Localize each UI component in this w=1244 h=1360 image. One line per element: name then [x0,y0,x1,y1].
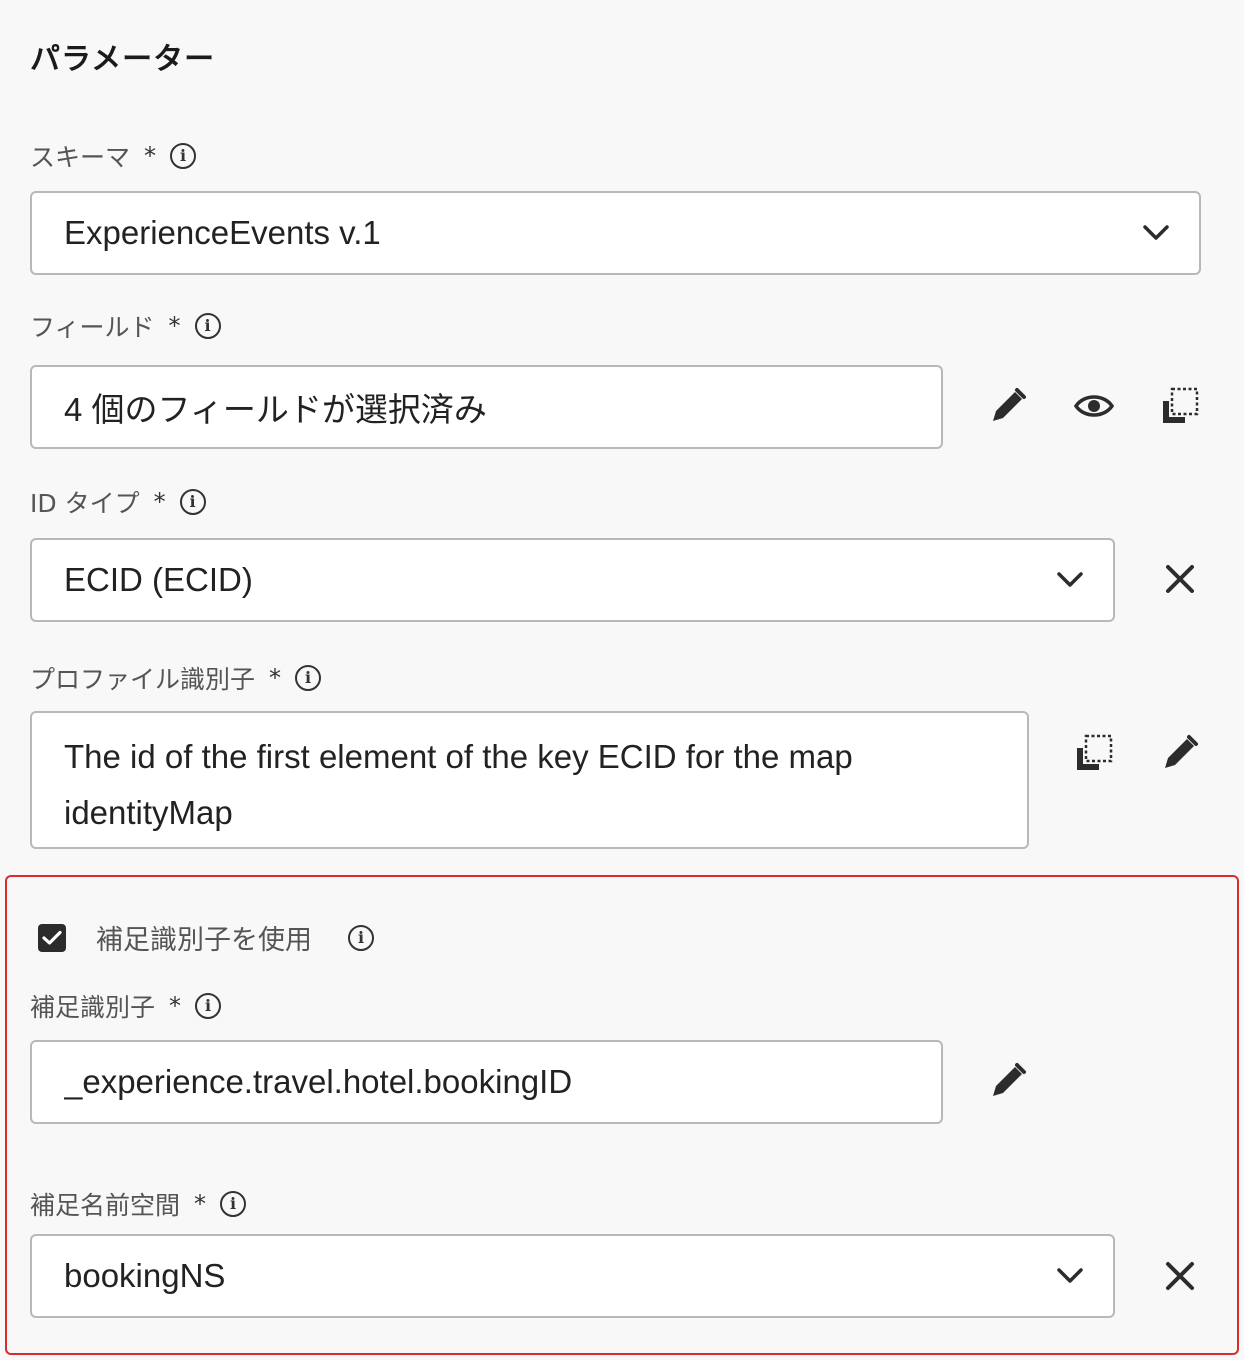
required-mark: * [153,488,166,516]
pencil-icon[interactable] [1157,730,1203,776]
supplemental-identifier-input[interactable]: _experience.travel.hotel.bookingID [30,1040,943,1124]
fields-label: フィールド [30,313,155,342]
schema-label: スキーマ [30,143,131,172]
info-icon[interactable]: i [195,993,222,1019]
id-type-label: ID タイプ [30,489,140,518]
supplemental-checkbox-row[interactable]: 補足識別子を使用 i [38,918,374,957]
chevron-down-icon[interactable] [1055,565,1085,595]
required-mark: * [269,664,282,692]
pencil-icon[interactable] [985,383,1031,429]
supplemental-identifier-label: 補足識別子 [30,993,156,1022]
schema-value: ExperienceEvents v.1 [64,214,381,251]
supplemental-namespace-label: 補足名前空間 [30,1191,181,1220]
info-icon[interactable]: i [295,665,322,691]
id-type-label-row: ID タイプ * i [30,484,206,520]
id-type-value: ECID (ECID) [64,561,253,598]
profile-identifier-value: The id of the first element of the key E… [64,738,853,831]
use-supplemental-checkbox[interactable] [38,923,66,952]
close-icon[interactable] [1157,1253,1203,1299]
copy-icon[interactable] [1157,383,1203,429]
supplemental-identifier-label-row: 補足識別子 * i [30,988,222,1024]
required-mark: * [144,142,157,170]
supplemental-namespace-label-row: 補足名前空間 * i [30,1186,247,1222]
info-icon[interactable]: i [220,1191,247,1217]
panel-title: パラメーター [30,42,216,77]
fields-label-row: フィールド * i [30,308,221,344]
supplemental-namespace-value: bookingNS [64,1257,226,1294]
info-icon[interactable]: i [170,143,197,169]
required-mark: * [168,312,181,340]
info-icon[interactable]: i [179,489,206,515]
fields-input[interactable]: 4 個のフィールドが選択済み [30,365,943,449]
copy-icon[interactable] [1071,730,1117,776]
schema-label-row: スキーマ * i [30,138,197,174]
info-icon[interactable]: i [194,313,221,339]
close-icon[interactable] [1157,556,1203,602]
use-supplemental-label: 補足識別子を使用 [96,925,312,956]
profile-identifier-label: プロファイル識別子 [30,665,256,694]
checkmark-icon [42,930,62,945]
profile-identifier-label-row: プロファイル識別子 * i [30,660,322,696]
fields-value: 4 個のフィールドが選択済み [64,391,487,428]
required-mark: * [194,1190,207,1218]
chevron-down-icon[interactable] [1055,1261,1085,1291]
id-type-select[interactable]: ECID (ECID) [30,538,1115,622]
supplemental-namespace-select[interactable]: bookingNS [30,1234,1115,1318]
pencil-icon[interactable] [985,1058,1031,1104]
schema-select[interactable]: ExperienceEvents v.1 [30,191,1201,275]
profile-identifier-input[interactable]: The id of the first element of the key E… [30,711,1029,849]
required-mark: * [169,992,182,1020]
info-icon[interactable]: i [348,924,374,951]
chevron-down-icon[interactable] [1141,218,1171,248]
eye-icon[interactable] [1071,383,1117,429]
supplemental-identifier-value: _experience.travel.hotel.bookingID [64,1063,573,1100]
